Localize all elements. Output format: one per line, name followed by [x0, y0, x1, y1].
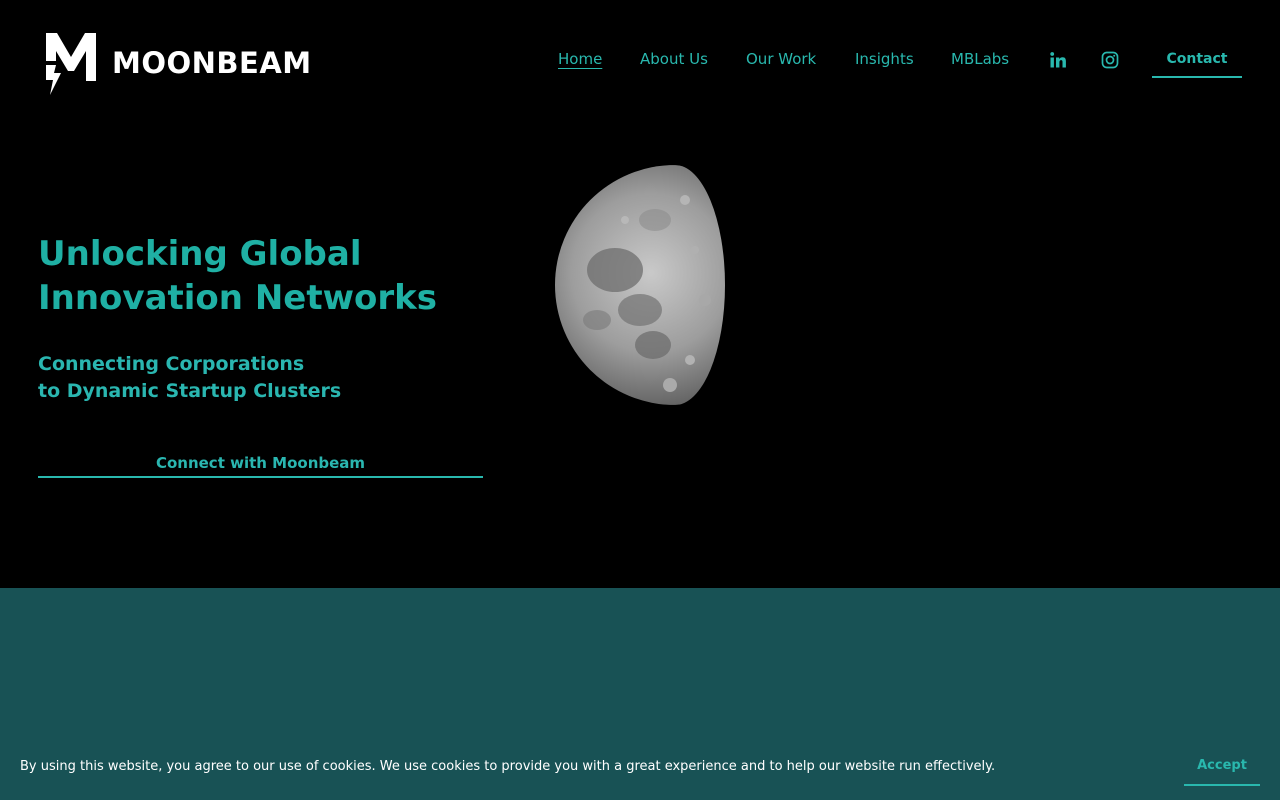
hero-section: MOONBEAM Home About Us Our Work Insights… — [0, 0, 1280, 588]
connect-with-moonbeam-button[interactable]: Connect with Moonbeam — [38, 450, 483, 478]
cookie-notice-text: By using this website, you agree to our … — [20, 759, 996, 774]
subheadline-line-1: Connecting Corporations — [38, 353, 305, 375]
half-moon-image — [555, 165, 725, 405]
main-navigation: Home About Us Our Work Insights MBLabs — [0, 48, 1280, 72]
contact-button[interactable]: Contact — [1152, 44, 1242, 78]
nav-link-our-work[interactable]: Our Work — [746, 48, 816, 70]
hero-headline: Unlocking Global Innovation Networks — [38, 232, 518, 320]
linkedin-icon[interactable] — [1049, 51, 1067, 69]
headline-line-2: Innovation Networks — [38, 278, 437, 318]
accept-cookies-button[interactable]: Accept — [1184, 752, 1260, 786]
nav-link-mblabs[interactable]: MBLabs — [951, 48, 1009, 70]
nav-link-about-us[interactable]: About Us — [640, 48, 708, 70]
headline-line-1: Unlocking Global — [38, 234, 362, 274]
instagram-icon[interactable] — [1101, 51, 1119, 69]
nav-link-home[interactable]: Home — [558, 48, 602, 70]
nav-link-insights[interactable]: Insights — [855, 48, 914, 70]
hero-subheadline: Connecting Corporations to Dynamic Start… — [38, 351, 518, 405]
subheadline-line-2: to Dynamic Startup Clusters — [38, 380, 342, 402]
